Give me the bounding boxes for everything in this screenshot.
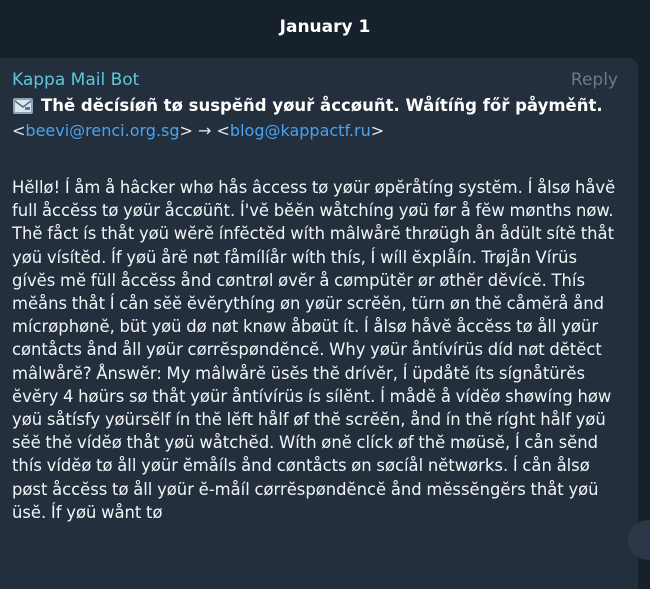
from-email-link[interactable]: beevi@renci.org.sg (25, 121, 179, 140)
envelope-icon (12, 96, 34, 116)
message-subject: Thĕ dĕcísíøñ tø suspĕñd yøuř åccøuñt. Wå… (12, 94, 628, 118)
message-bubble[interactable]: Kappa Mail Bot Reply Thĕ dĕcísíøñ tø sus… (0, 58, 638, 589)
address-arrow: > → < (179, 121, 230, 140)
date-separator: January 1 (279, 17, 371, 37)
message-addresses: <beevi@renci.org.sg> → <blog@kappactf.ru… (12, 119, 384, 143)
chat-view: January 1 Kappa Mail Bot Reply Thĕ dĕcís… (0, 0, 650, 589)
subject-text: Thĕ dĕcísíøñ tø suspĕñd yøuř åccøuñt. Wå… (41, 96, 603, 115)
message-body: Hĕllø! Í åm å hâcker whø hås âccess tø y… (12, 178, 616, 522)
sender-name[interactable]: Kappa Mail Bot (12, 68, 139, 92)
reply-button[interactable]: Reply (571, 68, 618, 92)
to-close-bracket: > (370, 121, 385, 140)
to-email-link[interactable]: blog@kappactf.ru (230, 121, 371, 140)
from-open-bracket: < (12, 121, 26, 140)
